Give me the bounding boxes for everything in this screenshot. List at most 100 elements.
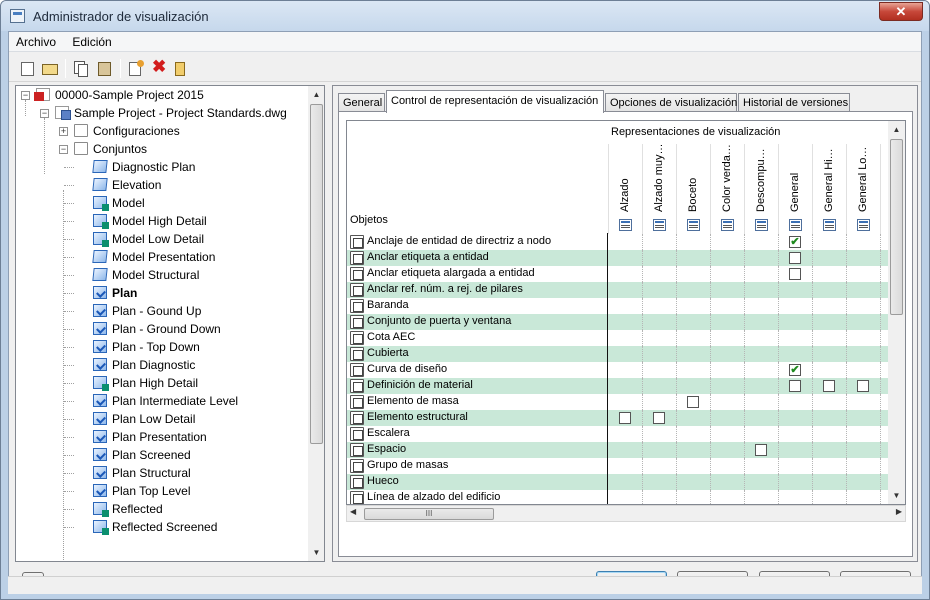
grid-row[interactable]: Anclaje de entidad de directriz a nodo ✔	[347, 234, 905, 250]
tree-set-item[interactable]: Model Presentation	[92, 248, 215, 266]
tab-display-options[interactable]: Opciones de visualización	[605, 93, 737, 112]
open-icon[interactable]	[42, 64, 58, 75]
tree-set-item[interactable]: Plan Structural	[93, 464, 191, 482]
tree-line	[63, 190, 64, 561]
grid-hscrollbar[interactable]: ◀ III ▶	[346, 505, 906, 522]
tree-folder-configuraciones[interactable]: Configuraciones	[74, 122, 180, 140]
tree-set-item[interactable]: Plan Screened	[93, 446, 191, 464]
scroll-left-icon[interactable]: ◀	[350, 507, 356, 516]
scroll-thumb[interactable]	[310, 104, 323, 444]
checkbox-unchecked[interactable]	[789, 268, 801, 280]
cell-divider	[744, 394, 745, 410]
tree-project[interactable]: 00000-Sample Project 2015	[34, 86, 204, 104]
tree-set-item[interactable]: Plan Presentation	[93, 428, 207, 446]
tree-set-label: Model Low Detail	[112, 232, 205, 246]
grid-row[interactable]: Anclar etiqueta a entidad	[347, 250, 905, 266]
checkbox-unchecked[interactable]	[789, 380, 801, 392]
checkbox-unchecked[interactable]	[619, 412, 631, 424]
tree-set-item[interactable]: Reflected Screened	[93, 518, 217, 536]
collapse-toggle[interactable]: −	[21, 91, 30, 100]
close-button[interactable]: ✕	[879, 2, 923, 21]
checkbox-unchecked[interactable]	[789, 252, 801, 264]
tree-scrollbar[interactable]: ▲ ▼	[308, 86, 324, 561]
grid-vscrollbar[interactable]: ▲ ▼	[888, 121, 905, 504]
tree-set-item[interactable]: Plan Top Level	[93, 482, 191, 500]
new-style-icon[interactable]	[129, 60, 144, 76]
tree-set-item[interactable]: Elevation	[92, 176, 161, 194]
scroll-thumb[interactable]: III	[364, 508, 494, 520]
checkbox-unchecked[interactable]	[653, 412, 665, 424]
tree-set-item[interactable]: Plan - Gound Up	[93, 302, 201, 320]
grid-row[interactable]: Definición de material✔	[347, 378, 905, 394]
paste-icon[interactable]	[98, 62, 111, 76]
representation-grid[interactable]: Representaciones de visualización Objeto…	[346, 120, 906, 505]
grid-row[interactable]: Grupo de masas	[347, 458, 905, 474]
grid-row[interactable]: Escalera	[347, 426, 905, 442]
checkbox-unchecked[interactable]	[755, 444, 767, 456]
column-header[interactable]: Alzado	[608, 144, 642, 234]
tree-set-item[interactable]: Model	[93, 194, 145, 212]
tab-general[interactable]: General	[338, 93, 385, 112]
grid-row[interactable]: Anclar ref. núm. a rej. de pilares	[347, 282, 905, 298]
column-header[interactable]: General Lo…	[846, 144, 880, 234]
purge-icon[interactable]	[175, 62, 185, 76]
tree-set-label: Plan Intermediate Level	[112, 394, 239, 408]
tree-drawing[interactable]: Sample Project - Project Standards.dwg	[55, 104, 287, 122]
tree-set-item[interactable]: Plan	[93, 284, 137, 302]
grid-row[interactable]: Cubierta	[347, 346, 905, 362]
tree-line	[64, 311, 74, 312]
grid-row[interactable]: Anclar etiqueta alargada a entidad	[347, 266, 905, 282]
style-tree[interactable]: − 00000-Sample Project 2015 − Sample Pro…	[15, 85, 325, 562]
checkbox-unchecked[interactable]	[687, 396, 699, 408]
expand-toggle[interactable]: +	[59, 127, 68, 136]
scroll-right-icon[interactable]: ▶	[896, 507, 902, 516]
column-header[interactable]: Color verda…	[710, 144, 744, 234]
scroll-up-icon[interactable]: ▲	[308, 86, 324, 103]
grid-row[interactable]: Curva de diseño ✔	[347, 362, 905, 378]
scroll-down-icon[interactable]: ▼	[888, 487, 905, 504]
new-icon[interactable]	[21, 62, 34, 76]
tree-set-item[interactable]: Model Low Detail	[93, 230, 204, 248]
column-header[interactable]: General Hi…	[812, 144, 846, 234]
cell-divider	[710, 474, 711, 490]
grid-row[interactable]: Elemento estructural	[347, 410, 905, 426]
tree-set-item[interactable]: Plan High Detail	[93, 374, 198, 392]
tree-set-item[interactable]: Plan Intermediate Level	[93, 392, 238, 410]
scroll-up-icon[interactable]: ▲	[888, 121, 905, 138]
column-header[interactable]: Alzado muy…	[642, 144, 676, 234]
checkbox-checked[interactable]: ✔	[789, 236, 801, 248]
grid-row[interactable]: Línea de alzado del edificio	[347, 490, 905, 504]
tree-set-item[interactable]: Plan Diagnostic	[93, 356, 195, 374]
scroll-thumb[interactable]	[890, 139, 903, 315]
grid-row[interactable]: Espacio	[347, 442, 905, 458]
scroll-down-icon[interactable]: ▼	[308, 544, 324, 561]
grid-row[interactable]: Conjunto de puerta y ventana	[347, 314, 905, 330]
column-header[interactable]: Descompu…	[744, 144, 778, 234]
column-header[interactable]: Boceto	[676, 144, 710, 234]
tab-display-representation-control[interactable]: Control de representación de visualizaci…	[386, 90, 604, 113]
set-plan-icon	[93, 430, 107, 444]
tab-version-history[interactable]: Historial de versiones	[738, 93, 850, 112]
tree-set-item[interactable]: Diagnostic Plan	[92, 158, 195, 176]
collapse-toggle[interactable]: −	[59, 145, 68, 154]
menu-archivo[interactable]: Archivo	[9, 32, 62, 49]
grid-row[interactable]: Cota AEC	[347, 330, 905, 346]
checkbox-unchecked[interactable]	[857, 380, 869, 392]
delete-icon[interactable]: ✖	[152, 58, 170, 75]
collapse-toggle[interactable]: −	[40, 109, 49, 118]
checkbox-checked[interactable]: ✔	[789, 364, 801, 376]
tree-set-item[interactable]: Reflected	[93, 500, 163, 518]
tree-folder-conjuntos[interactable]: Conjuntos	[74, 140, 147, 158]
grid-row[interactable]: Hueco	[347, 474, 905, 490]
grid-row[interactable]: Baranda	[347, 298, 905, 314]
tree-set-item[interactable]: Plan - Ground Down	[93, 320, 221, 338]
tree-set-item[interactable]: Plan Low Detail	[93, 410, 195, 428]
tree-set-item[interactable]: Model High Detail	[93, 212, 207, 230]
checkbox-unchecked[interactable]	[823, 380, 835, 392]
cell-divider	[744, 474, 745, 490]
tree-set-item[interactable]: Model Structural	[92, 266, 199, 284]
column-header[interactable]: General	[778, 144, 812, 234]
menu-edicion[interactable]: Edición	[65, 32, 117, 49]
grid-row[interactable]: Elemento de masa	[347, 394, 905, 410]
tree-set-item[interactable]: Plan - Top Down	[93, 338, 200, 356]
